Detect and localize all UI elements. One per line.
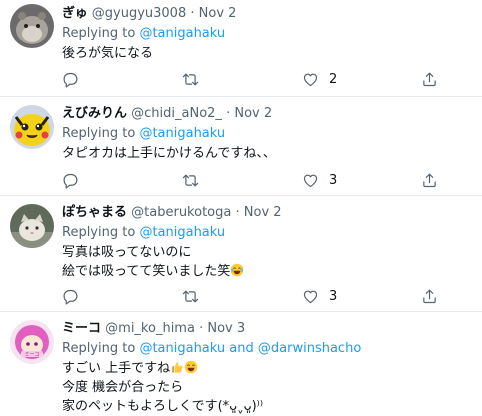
post-date[interactable]: Nov 2 (234, 106, 272, 121)
reply-feed: ぎゅ @gyugyu3008 · Nov 2 Replying to @tani… (0, 0, 482, 415)
mention-link[interactable]: @tanigahaku (139, 225, 225, 240)
pink-character-avatar: ミーコ (10, 320, 54, 364)
reply-icon (63, 72, 78, 88)
mention-joiner: and (229, 341, 254, 356)
like-button[interactable]: 3 (302, 286, 337, 306)
action-bar: 3 (0, 170, 482, 190)
retweet-button[interactable] (182, 69, 199, 89)
separator-dot: · (190, 6, 195, 21)
action-bar: 3 (0, 286, 482, 306)
reply-text-line: 家のペットもよろしくです(*ᴗ͈ˬᴗ͈)⁾⁾ (62, 399, 264, 414)
retweet-icon (182, 174, 199, 186)
reply-item[interactable]: ぽちゃまる @taberukotoga · Nov 2 Replying to … (0, 196, 482, 312)
avatar[interactable] (10, 105, 54, 149)
reply-text-line: 今度 機会が合ったら (62, 380, 184, 395)
reply-item[interactable]: ぎゅ @gyugyu3008 · Nov 2 Replying to @tani… (0, 0, 482, 97)
post-date[interactable]: Nov 2 (199, 6, 237, 21)
display-name[interactable]: えびみりん (62, 106, 127, 121)
user-handle[interactable]: @mi_ko_hima (105, 321, 195, 336)
heart-icon (303, 290, 318, 303)
avatar[interactable] (10, 4, 54, 48)
share-button[interactable] (421, 170, 438, 190)
separator-dot: · (199, 321, 204, 336)
replying-to: Replying to @tanigahaku (62, 24, 472, 44)
reply-text-line: すごい 上手ですね (62, 361, 171, 376)
share-icon (423, 289, 436, 303)
avatar[interactable] (10, 204, 54, 248)
post-date[interactable]: Nov 2 (244, 205, 282, 220)
reply-text-line: 写真は吸ってないのに (62, 245, 192, 260)
replying-to-label: Replying to (62, 26, 136, 41)
reply-icon (63, 289, 78, 305)
replying-to-label: Replying to (62, 126, 136, 141)
laughing-tears-emoji-icon (231, 263, 244, 277)
reply-text-line-row: すごい 上手ですね (62, 359, 472, 378)
retweet-button[interactable] (182, 170, 199, 190)
post-date[interactable]: Nov 3 (207, 321, 245, 336)
reply-button[interactable] (62, 170, 79, 190)
reply-text-line-row: 絵では吸ってて笑いました笑 (62, 262, 472, 281)
heart-icon (303, 73, 318, 86)
smiling-emoji-icon (184, 360, 198, 374)
user-handle[interactable]: @chidi_aNo2_ (131, 106, 222, 121)
action-bar: 2 (0, 69, 482, 89)
heart-icon (303, 174, 318, 187)
reply-text-line: 後ろが気になる (62, 46, 154, 61)
replying-to: Replying to @tanigahaku (62, 223, 472, 243)
replying-to: Replying to @tanigahaku (62, 124, 472, 144)
like-count: 3 (329, 288, 338, 304)
share-button[interactable] (421, 286, 438, 306)
reply-button[interactable] (62, 286, 79, 306)
user-handle[interactable]: @taberukotoga (131, 205, 231, 220)
display-name[interactable]: ぎゅ (62, 6, 88, 21)
gray-hamster-avatar (10, 4, 54, 48)
retweet-icon (182, 290, 199, 302)
svg-text:ミーコ: ミーコ (24, 352, 39, 358)
thumbs-up-emoji-icon (172, 362, 183, 373)
reply-text: 写真は吸ってないのに 絵では吸ってて笑いました笑 (62, 243, 472, 281)
reply-text: タピオカは上手にかけるんですね、、 (62, 144, 472, 163)
user-handle[interactable]: @gyugyu3008 (92, 6, 186, 21)
share-icon (423, 72, 436, 86)
like-button[interactable]: 3 (302, 170, 337, 190)
reply-text: 後ろが気になる (62, 44, 472, 63)
display-name[interactable]: ミーコ (62, 321, 101, 336)
separator-dot: · (235, 205, 240, 220)
display-name[interactable]: ぽちゃまる (62, 205, 127, 220)
cat-photo-avatar (10, 204, 54, 248)
replying-to-label: Replying to (62, 341, 136, 356)
retweet-button[interactable] (182, 286, 199, 306)
reply-item[interactable]: ミーコ ミーコ @mi_ko_hima · Nov 3 Replying to … (0, 312, 482, 415)
reply-text: すごい 上手ですね 今度 機会が合ったら 家のペットもよろしくです(*ᴗ͈ˬᴗ͈… (62, 359, 472, 416)
mention-link[interactable]: @tanigahaku (139, 341, 225, 356)
reply-icon (63, 173, 78, 189)
like-count: 3 (329, 172, 338, 188)
reply-item[interactable]: えびみりん @chidi_aNo2_ · Nov 2 Replying to @… (0, 97, 482, 196)
reply-text-line: 絵では吸ってて笑いました笑 (62, 264, 231, 279)
mention-link[interactable]: @tanigahaku (139, 26, 225, 41)
reply-button[interactable] (62, 69, 79, 89)
avatar[interactable]: ミーコ (10, 320, 54, 364)
separator-dot: · (226, 106, 231, 121)
mention-link[interactable]: @tanigahaku (139, 126, 225, 141)
reply-text-line: タピオカは上手にかけるんですね、、 (62, 146, 276, 161)
share-button[interactable] (421, 69, 438, 89)
yellow-character-avatar (10, 105, 54, 149)
mention-link[interactable]: @darwinshacho (258, 341, 361, 356)
like-count: 2 (329, 71, 338, 87)
share-icon (423, 173, 436, 187)
replying-to: Replying to @tanigahaku and @darwinshach… (62, 339, 472, 359)
like-button[interactable]: 2 (302, 69, 337, 89)
replying-to-label: Replying to (62, 225, 136, 240)
retweet-icon (182, 73, 199, 85)
